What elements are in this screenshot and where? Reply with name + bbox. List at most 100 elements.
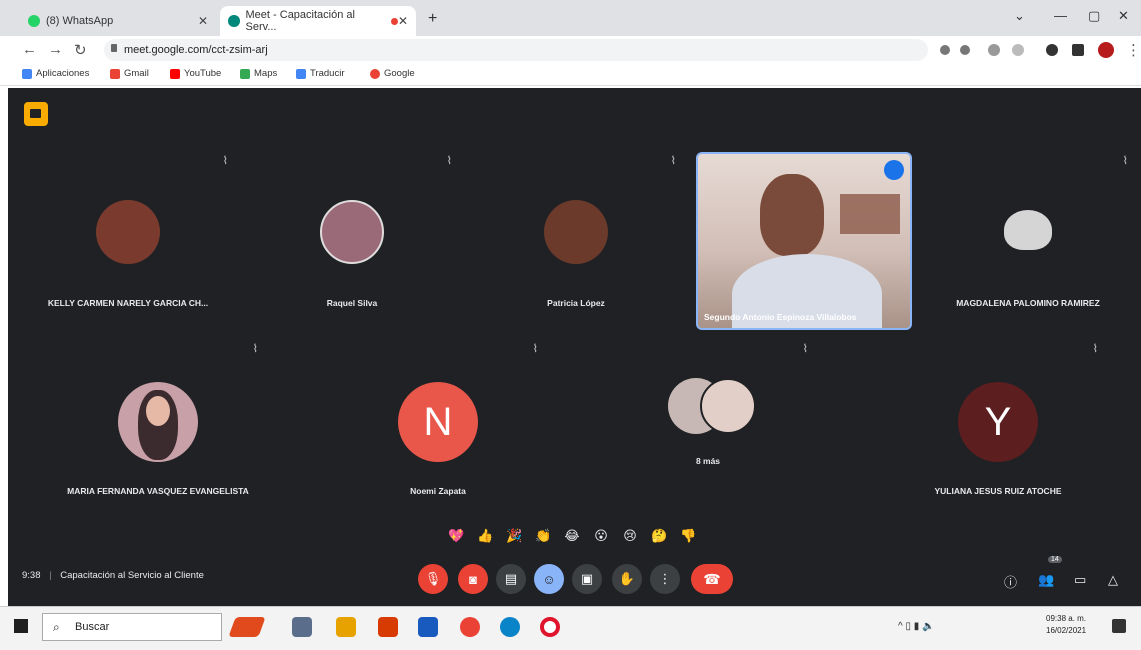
captions-button[interactable]: ▤ xyxy=(496,564,526,594)
meeting-title[interactable]: Capacitación al Servicio al Cliente xyxy=(60,570,204,581)
participant-tile[interactable]: ⌇ Raquel Silva xyxy=(242,150,462,330)
bookmark-label: Google xyxy=(384,68,415,79)
present-button[interactable]: ▣ xyxy=(572,564,602,594)
menu-icon[interactable]: ⋮ xyxy=(1126,41,1141,59)
address-bar[interactable]: meet.google.com/cct-zsim-arj xyxy=(104,39,928,61)
browser-tab-bar: (8) WhatsApp ✕ Meet - Capacitación al Se… xyxy=(0,0,1141,36)
taskbar-clock[interactable]: 09:38 a. m. 16/02/2021 xyxy=(1046,613,1086,637)
sad-reaction-icon[interactable]: 😢 xyxy=(622,528,638,544)
star-icon[interactable] xyxy=(1012,44,1024,56)
laugh-reaction-icon[interactable]: 😂 xyxy=(564,528,580,544)
mic-off-icon: 🎙 xyxy=(424,571,442,586)
chat-icon[interactable]: ▭ xyxy=(1074,572,1086,588)
heart-reaction-icon[interactable]: 💖 xyxy=(448,528,464,544)
reload-icon[interactable]: ↻ xyxy=(74,41,87,59)
more-options-button[interactable]: ⋮ xyxy=(650,564,680,594)
participant-name: YULIANA JESUS RUIZ ATOCHE xyxy=(934,486,1062,496)
bookmark-aplicaciones[interactable]: Aplicaciones xyxy=(22,68,89,79)
participant-name: MAGDALENA PALOMINO RAMIREZ xyxy=(956,298,1100,308)
participant-tile-others[interactable]: ⌇ 8 más xyxy=(598,338,818,518)
chrome-icon[interactable] xyxy=(460,617,480,637)
volume-icon[interactable]: 🔈 xyxy=(922,621,934,632)
task-view-icon[interactable] xyxy=(292,617,312,637)
bookmark-traducir[interactable]: Traducir xyxy=(296,68,345,79)
system-tray[interactable]: ^ ▯ ▮ 🔈 xyxy=(898,621,935,632)
avatar[interactable] xyxy=(1098,42,1114,58)
participant-tile[interactable]: ⌇ KELLY CARMEN NARELY GARCIA CH... xyxy=(18,150,238,330)
tab-meet[interactable]: Meet - Capacitación al Serv... ✕ xyxy=(220,6,416,36)
minimize-icon[interactable]: — xyxy=(1054,8,1067,23)
thinking-reaction-icon[interactable]: 🤔 xyxy=(651,528,667,544)
bookmark-gmail[interactable]: Gmail xyxy=(110,68,149,79)
battery-icon[interactable]: ▮ xyxy=(914,621,920,632)
bookmark-label: YouTube xyxy=(184,68,222,79)
new-tab-button[interactable]: + xyxy=(428,10,437,28)
party-reaction-icon[interactable]: 🎉 xyxy=(506,528,522,544)
participant-video-tile[interactable]: Segundo Antonio Espinoza Villalobos xyxy=(696,152,912,330)
zoom-icon[interactable] xyxy=(960,45,970,55)
thumbs-up-reaction-icon[interactable]: 👍 xyxy=(477,528,493,544)
participant-tile[interactable]: ⌇ Patricia López xyxy=(466,150,686,330)
participant-tile[interactable]: ⌇ MAGDALENA PALOMINO RAMIREZ xyxy=(918,150,1138,330)
clap-reaction-icon[interactable]: 👏 xyxy=(535,528,551,544)
surprised-reaction-icon[interactable]: 😮 xyxy=(593,528,609,544)
hang-up-icon: ☎ xyxy=(703,570,721,587)
close-window-icon[interactable]: ✕ xyxy=(1118,8,1129,24)
activities-icon[interactable]: △ xyxy=(1108,572,1118,588)
powerpoint-icon[interactable] xyxy=(378,617,398,637)
people-icon[interactable]: 👥 xyxy=(1038,572,1054,588)
participant-tile[interactable]: ⌇ N Noemi Zapata xyxy=(328,338,548,518)
mic-off-icon: ⌇ xyxy=(1092,343,1098,355)
word-icon[interactable] xyxy=(418,617,438,637)
leave-call-button[interactable]: ☎ xyxy=(691,564,733,594)
network-icon[interactable]: ▯ xyxy=(905,621,911,632)
drawing-app-icon[interactable] xyxy=(228,617,266,637)
youtube-icon xyxy=(170,68,180,79)
bookmark-label: Maps xyxy=(254,68,278,79)
participant-tile[interactable]: ⌇ MARIA FERNANDA VASQUEZ EVANGELISTA xyxy=(48,338,268,518)
forward-icon[interactable]: → xyxy=(48,41,63,58)
bookmark-google[interactable]: Google xyxy=(370,68,415,79)
bookmark-label: Traducir xyxy=(310,68,345,79)
opera-icon[interactable] xyxy=(540,617,560,637)
bookmark-maps[interactable]: Maps xyxy=(240,68,277,79)
close-icon[interactable]: ✕ xyxy=(398,14,408,28)
thumbs-down-reaction-icon[interactable]: 👎 xyxy=(680,528,696,544)
info-icon[interactable]: ⓘ xyxy=(1004,572,1017,591)
avatar: Y xyxy=(958,382,1038,462)
avatar xyxy=(700,378,756,434)
camera-toggle-button[interactable]: ◙ xyxy=(458,564,488,594)
notifications-icon[interactable] xyxy=(1112,619,1126,633)
bookmark-youtube[interactable]: YouTube xyxy=(170,68,221,79)
participant-name: Patricia López xyxy=(547,298,605,308)
meet-logo-icon xyxy=(24,102,48,126)
maximize-icon[interactable]: ▢ xyxy=(1088,8,1100,24)
clock-time: 09:38 a. m. xyxy=(1046,614,1087,623)
tab-search-icon[interactable]: ⌄ xyxy=(1014,8,1025,24)
mic-off-icon: ⌇ xyxy=(252,343,258,355)
edge-icon[interactable] xyxy=(500,617,520,637)
video-background-shelf xyxy=(840,194,900,234)
chevron-up-icon[interactable]: ^ xyxy=(898,621,903,632)
extensions-icon[interactable] xyxy=(1046,44,1058,56)
speaker-head xyxy=(760,174,824,256)
apps-icon xyxy=(22,68,32,79)
tab-whatsapp[interactable]: (8) WhatsApp ✕ xyxy=(20,6,216,36)
taskbar-search-input[interactable]: ⌕ Buscar xyxy=(42,613,222,641)
raise-hand-button[interactable]: ✋ xyxy=(612,564,642,594)
meet-icon xyxy=(228,15,240,27)
mic-off-icon: ⌇ xyxy=(1122,155,1128,167)
share-icon[interactable] xyxy=(988,44,1000,56)
file-explorer-icon[interactable] xyxy=(336,617,356,637)
camera-icon[interactable] xyxy=(940,45,950,55)
avatar xyxy=(96,200,160,264)
windows-start-icon[interactable] xyxy=(14,619,28,633)
search-placeholder: Buscar xyxy=(75,621,110,633)
mic-toggle-button[interactable]: 🎙 xyxy=(418,564,448,594)
close-icon[interactable]: ✕ xyxy=(198,14,208,28)
reactions-button[interactable]: ☺ xyxy=(534,564,564,594)
participant-tile[interactable]: ⌇ Y YULIANA JESUS RUIZ ATOCHE xyxy=(888,338,1108,518)
participant-name: KELLY CARMEN NARELY GARCIA CH... xyxy=(47,298,209,308)
back-icon[interactable]: ← xyxy=(22,41,37,58)
cast-icon[interactable] xyxy=(1072,44,1084,56)
